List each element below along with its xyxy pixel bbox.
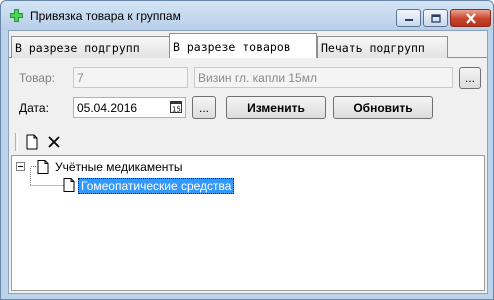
change-button[interactable]: Изменить bbox=[226, 96, 326, 119]
client-area: В разрезе подгрупп В разрезе товаров Печ… bbox=[8, 30, 488, 294]
date-field[interactable]: 05.04.2016 15 bbox=[73, 97, 186, 118]
document-icon bbox=[37, 160, 49, 174]
date-value: 05.04.2016 bbox=[77, 101, 138, 115]
svg-text:15: 15 bbox=[172, 106, 181, 114]
date-label: Дата: bbox=[19, 101, 49, 115]
delete-icon[interactable] bbox=[45, 133, 63, 151]
group-tree[interactable]: Учётные медикаменты Гомеопатические сред… bbox=[11, 155, 485, 291]
app-cross-icon bbox=[10, 9, 23, 22]
calendar-icon[interactable]: 15 bbox=[170, 101, 182, 113]
product-code-field[interactable]: 7 bbox=[73, 67, 188, 88]
tab-print-subgroups[interactable]: Печать подгрупп bbox=[317, 36, 448, 58]
product-label: Товар: bbox=[19, 71, 55, 85]
document-icon bbox=[63, 178, 75, 192]
product-browse-button[interactable]: ... bbox=[459, 67, 481, 89]
close-window-button[interactable] bbox=[450, 9, 491, 27]
tab-by-subgroups[interactable]: В разрезе подгрупп bbox=[11, 36, 171, 58]
refresh-button[interactable]: Обновить bbox=[333, 96, 433, 119]
minimize-button[interactable] bbox=[396, 9, 421, 27]
minimize-icon bbox=[404, 19, 413, 21]
new-document-icon[interactable] bbox=[23, 133, 41, 151]
tree-root-label[interactable]: Учётные медикаменты bbox=[55, 160, 183, 174]
app-window: Привязка товара к группам В разрезе подг… bbox=[0, 0, 494, 300]
date-browse-button[interactable]: ... bbox=[192, 96, 216, 119]
tab-by-products[interactable]: В разрезе товаров bbox=[169, 33, 317, 58]
window-title: Привязка товара к группам bbox=[30, 9, 181, 23]
product-name-field[interactable]: Визин гл. капли 15мл bbox=[194, 67, 453, 88]
title-bar[interactable]: Привязка товара к группам bbox=[1, 1, 493, 30]
maximize-button[interactable] bbox=[423, 9, 448, 27]
maximize-icon bbox=[430, 13, 441, 23]
close-icon bbox=[465, 12, 476, 24]
tree-child-label[interactable]: Гомеопатические средства bbox=[78, 178, 235, 194]
collapse-icon[interactable] bbox=[16, 162, 25, 171]
toolbar-grip[interactable] bbox=[15, 133, 18, 151]
tree-toolbar bbox=[11, 130, 485, 154]
